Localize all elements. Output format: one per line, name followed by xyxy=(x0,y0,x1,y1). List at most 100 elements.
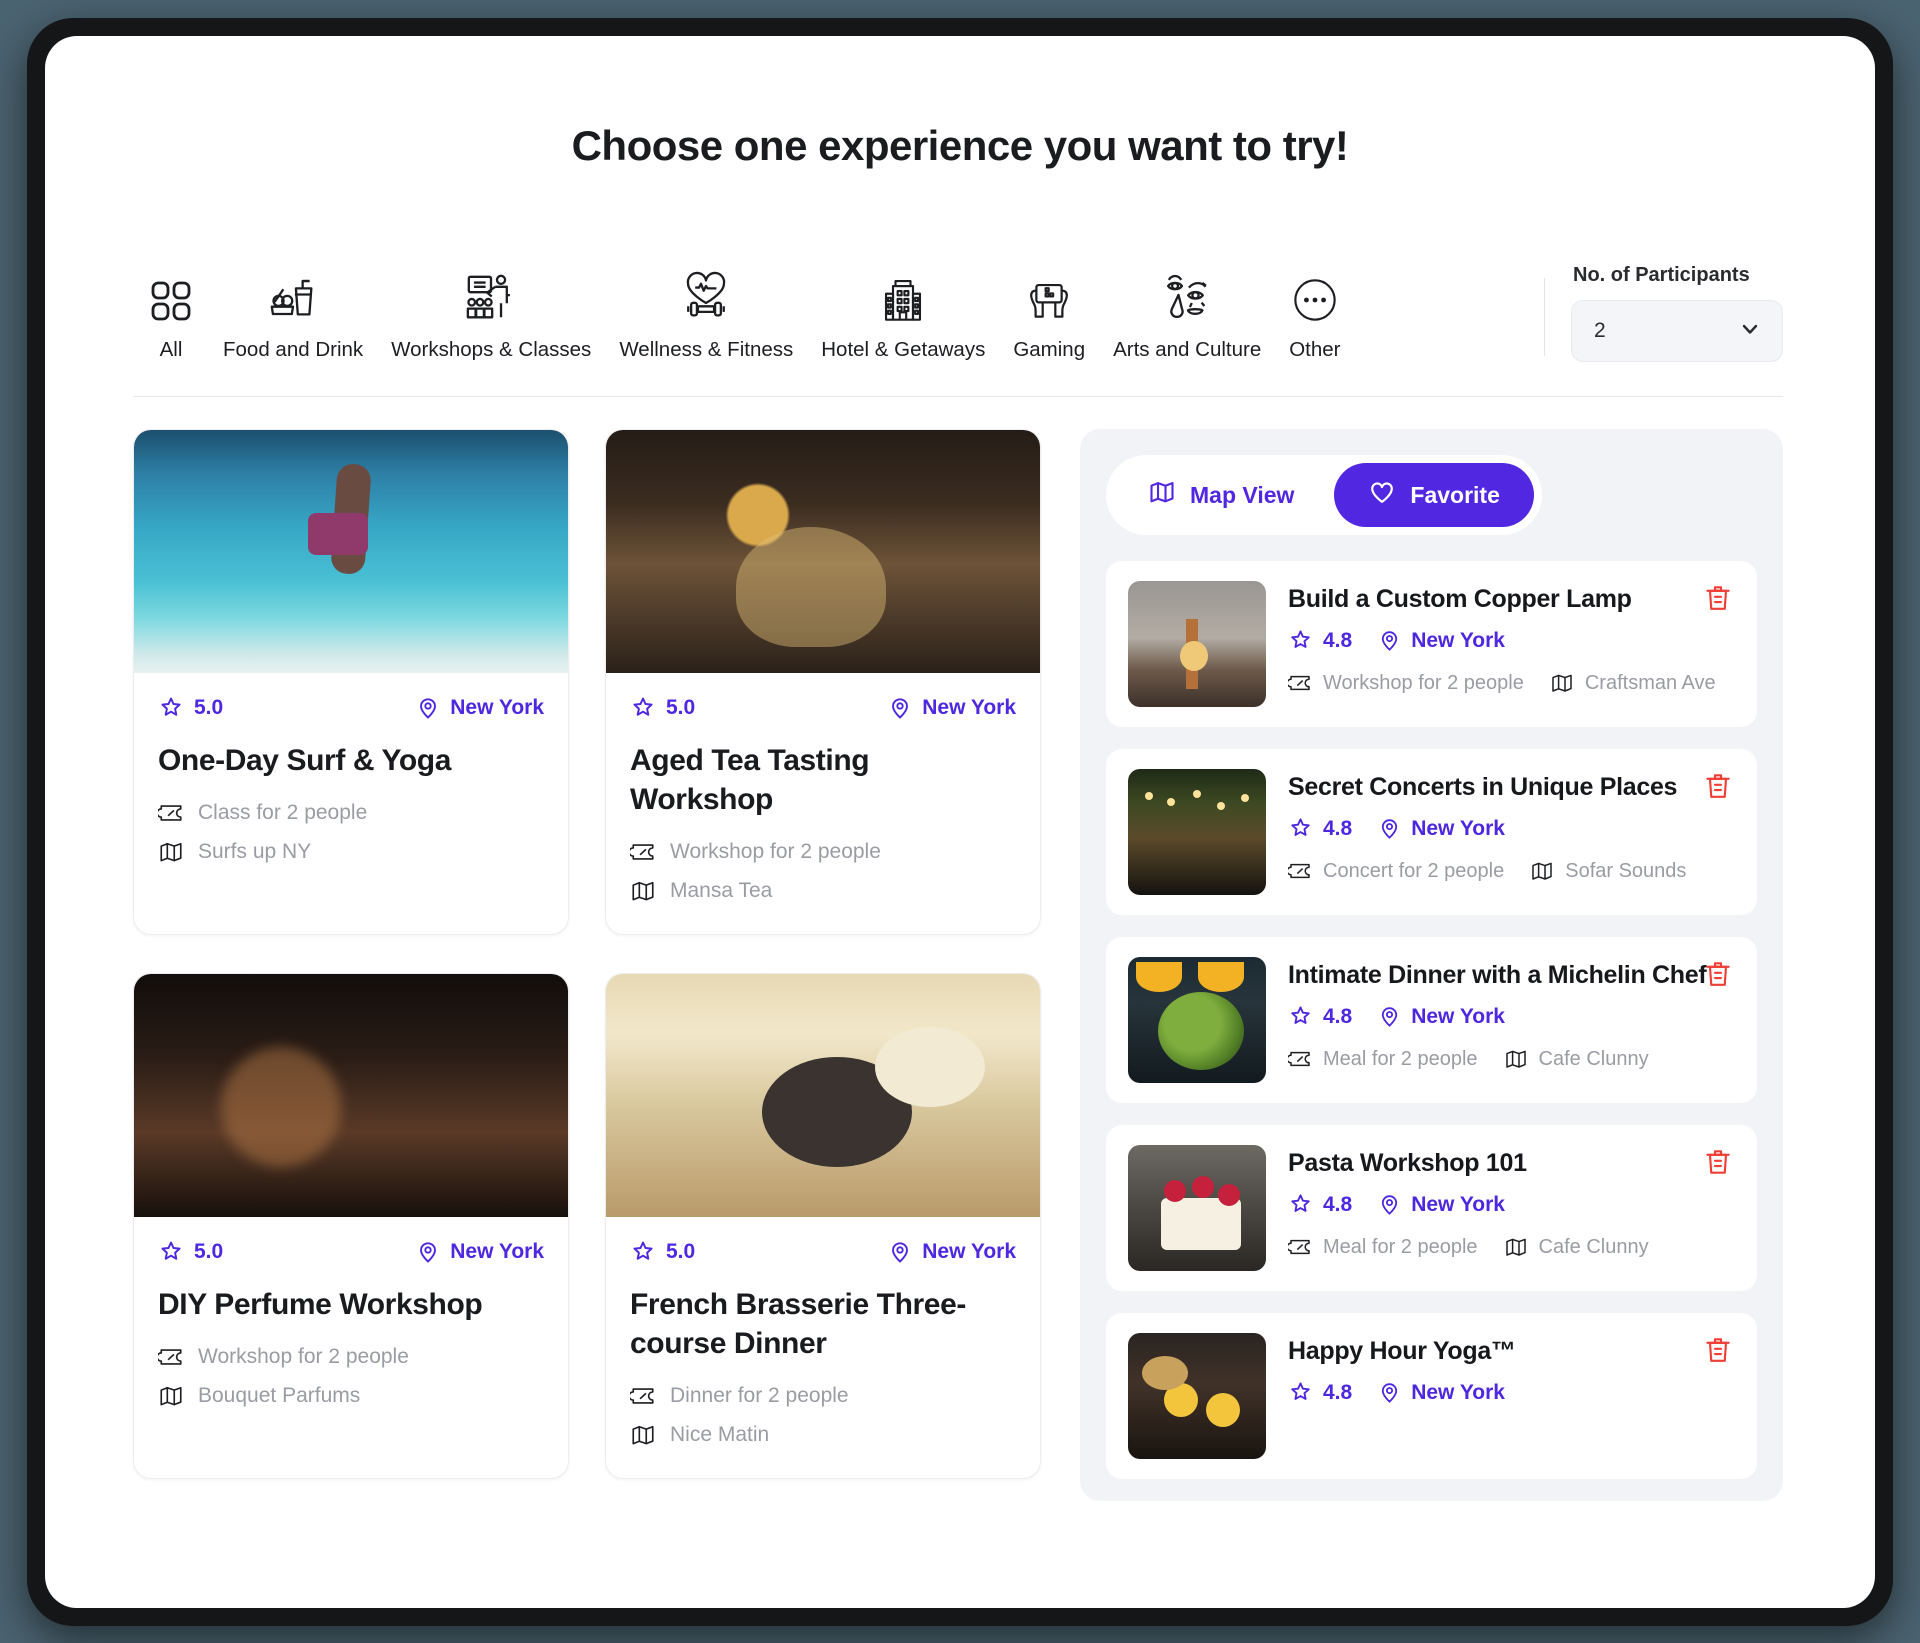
heart-icon xyxy=(1368,478,1396,512)
experience-photo xyxy=(606,974,1040,1217)
experience-card[interactable]: 5.0 New York Aged Tea Tasting Workshop W… xyxy=(605,429,1041,935)
circle-ellipsis-icon xyxy=(1290,271,1340,325)
favorite-title: Pasta Workshop 101 xyxy=(1288,1149,1527,1177)
rating-value: 4.8 xyxy=(1323,1004,1353,1028)
favorite-tab[interactable]: Favorite xyxy=(1334,463,1534,527)
favorite-type: Meal for 2 people xyxy=(1288,1047,1478,1071)
heart-dumbbell-icon xyxy=(679,271,733,325)
rating-value: 5.0 xyxy=(666,696,696,719)
location-value: New York xyxy=(1411,1192,1505,1216)
rating: 4.8 xyxy=(1288,816,1352,841)
experience-venue: Surfs up NY xyxy=(158,839,544,865)
category-label: Arts and Culture xyxy=(1113,338,1262,361)
building-icon xyxy=(878,271,928,325)
handheld-console-icon xyxy=(1023,271,1075,325)
rating-value: 4.8 xyxy=(1323,1192,1353,1216)
category-hotel-getaways[interactable]: Hotel & Getaways xyxy=(807,271,999,362)
location: New York xyxy=(888,696,1016,720)
food-drink-icon xyxy=(266,271,320,325)
location-value: New York xyxy=(1411,628,1505,652)
experience-card[interactable]: 5.0 New York DIY Perfume Workshop Worksh… xyxy=(133,973,569,1479)
participants-label: No. of Participants xyxy=(1573,264,1750,286)
category-label: All xyxy=(159,338,183,361)
favorite-thumbnail xyxy=(1128,769,1266,895)
delete-favorite-button[interactable] xyxy=(1703,1147,1733,1182)
favorite-venue: Sofar Sounds xyxy=(1530,859,1686,883)
favorite-thumbnail xyxy=(1128,1333,1266,1459)
favorite-venue: Cafe Clunny xyxy=(1504,1235,1649,1259)
category-gaming[interactable]: Gaming xyxy=(999,271,1099,362)
rating: 5.0 xyxy=(630,695,695,721)
favorite-thumbnail xyxy=(1128,957,1266,1083)
favorite-title: Intimate Dinner with a Michelin Chef xyxy=(1288,961,1707,989)
experience-venue: Bouquet Parfums xyxy=(158,1383,544,1409)
experience-title: Aged Tea Tasting Workshop xyxy=(630,744,870,816)
map-view-label: Map View xyxy=(1190,481,1295,508)
location: New York xyxy=(1378,1005,1505,1029)
experience-venue-value: Mansa Tea xyxy=(670,879,773,902)
favorite-list-item[interactable]: Intimate Dinner with a Michelin Chef 4.8… xyxy=(1106,937,1757,1103)
experience-card[interactable]: 5.0 New York French Brasserie Three-cour… xyxy=(605,973,1041,1479)
device-frame: Choose one experience you want to try! A… xyxy=(27,18,1893,1626)
favorite-list-item[interactable]: Happy Hour Yoga™ 4.8 New York xyxy=(1106,1313,1757,1479)
rating: 4.8 xyxy=(1288,1004,1352,1029)
location: New York xyxy=(416,1240,544,1264)
category-arts-and-culture[interactable]: Arts and Culture xyxy=(1099,271,1275,362)
side-panel: Map View Favorite Build a Custom Copper … xyxy=(1080,429,1783,1501)
experience-venue-value: Surfs up NY xyxy=(198,840,312,863)
experience-card[interactable]: 5.0 New York One-Day Surf & Yoga Class f… xyxy=(133,429,569,935)
location-value: New York xyxy=(1411,1380,1505,1404)
favorite-type-value: Meal for 2 people xyxy=(1323,1047,1478,1070)
map-view-tab[interactable]: Map View xyxy=(1114,463,1328,527)
experience-photo xyxy=(606,430,1040,673)
rating-value: 4.8 xyxy=(1323,816,1353,840)
content-area: 5.0 New York One-Day Surf & Yoga Class f… xyxy=(45,397,1875,1501)
category-list: All Food and Drink Workshops & Classes W… xyxy=(133,271,1526,362)
category-wellness-fitness[interactable]: Wellness & Fitness xyxy=(605,271,807,362)
experience-photo xyxy=(134,430,568,673)
favorite-venue: Cafe Clunny xyxy=(1504,1047,1649,1071)
experience-title: French Brasserie Three-course Dinner xyxy=(630,1288,966,1360)
delete-favorite-button[interactable] xyxy=(1703,771,1733,806)
favorite-venue-value: Sofar Sounds xyxy=(1565,859,1687,882)
delete-favorite-button[interactable] xyxy=(1703,583,1733,618)
favorite-type: Meal for 2 people xyxy=(1288,1235,1478,1259)
view-toggle: Map View Favorite xyxy=(1106,455,1542,535)
abstract-face-icon xyxy=(1160,271,1214,325)
favorite-type: Workshop for 2 people xyxy=(1288,671,1524,695)
favorite-thumbnail xyxy=(1128,1145,1266,1271)
favorite-venue-value: Craftsman Ave xyxy=(1584,671,1716,694)
category-all[interactable]: All xyxy=(133,271,209,362)
category-workshops-classes[interactable]: Workshops & Classes xyxy=(377,271,605,362)
delete-favorite-button[interactable] xyxy=(1703,959,1733,994)
location-value: New York xyxy=(1411,816,1505,840)
experience-type-value: Workshop for 2 people xyxy=(670,840,881,863)
category-food-and-drink[interactable]: Food and Drink xyxy=(209,271,377,362)
category-label: Gaming xyxy=(1013,338,1086,361)
favorite-venue: Craftsman Ave xyxy=(1550,671,1716,695)
location: New York xyxy=(888,1240,1016,1264)
favorite-list-item[interactable]: Pasta Workshop 101 4.8 New York Meal for… xyxy=(1106,1125,1757,1291)
favorite-list-item[interactable]: Secret Concerts in Unique Places 4.8 New… xyxy=(1106,749,1757,915)
location-value: New York xyxy=(450,696,544,719)
location: New York xyxy=(416,696,544,720)
category-other[interactable]: Other xyxy=(1275,271,1354,362)
rating: 4.8 xyxy=(1288,628,1352,653)
favorite-list-item[interactable]: Build a Custom Copper Lamp 4.8 New York xyxy=(1106,561,1757,727)
participants-value: 2 xyxy=(1594,319,1606,342)
participants-select[interactable]: 2 xyxy=(1571,300,1783,362)
rating-value: 4.8 xyxy=(1323,1380,1353,1404)
delete-favorite-button[interactable] xyxy=(1703,1335,1733,1370)
favorite-type-value: Concert for 2 people xyxy=(1323,859,1505,882)
rating-value: 5.0 xyxy=(194,696,224,719)
location-value: New York xyxy=(1411,1004,1505,1028)
experience-type-value: Dinner for 2 people xyxy=(670,1384,849,1407)
experience-type-value: Class for 2 people xyxy=(198,801,368,824)
favorite-title: Secret Concerts in Unique Places xyxy=(1288,773,1678,801)
map-icon xyxy=(1148,478,1176,512)
category-label: Wellness & Fitness xyxy=(619,338,794,361)
grid-icon xyxy=(147,271,195,325)
page-title: Choose one experience you want to try! xyxy=(571,122,1349,169)
location: New York xyxy=(1378,1193,1505,1217)
location: New York xyxy=(1378,1381,1505,1405)
